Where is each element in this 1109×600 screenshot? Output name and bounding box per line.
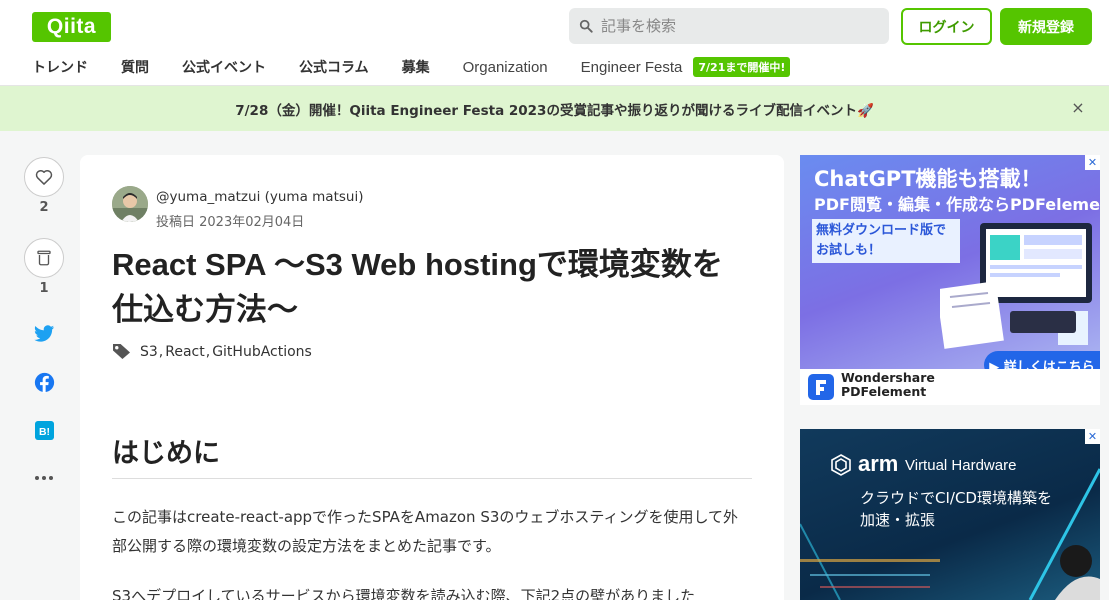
nav-item-engineer-festa[interactable]: Engineer Festa: [581, 59, 683, 76]
article-paragraph: この記事はcreate-react-appで作ったSPAをAmazon S3のウ…: [112, 508, 739, 555]
author-name[interactable]: @yuma_matzui (yuma matsui): [156, 189, 363, 205]
stock-button[interactable]: [24, 238, 64, 278]
ad-product-name: PDFelement: [841, 384, 927, 399]
festa-badge: 7/21まで開催中!: [693, 57, 791, 77]
stock-icon: [37, 250, 51, 266]
stock-count: 1: [39, 281, 49, 296]
tag-react[interactable]: React: [165, 344, 204, 360]
article-paragraph: S3へデプロイしているサービスから環境変数を読み込む際、下記2点の壁がありました: [112, 587, 696, 600]
ad-close-icon[interactable]: ✕: [1085, 155, 1100, 170]
pdf-app-illustration: [940, 223, 1092, 349]
site-header: Qiita ログイン 新規登録 トレンド 質問 公式イベント 公式コラム 募集 …: [0, 0, 1109, 86]
tag-githubactions[interactable]: GitHubActions: [212, 344, 312, 360]
pdfelement-ad[interactable]: ✕ ChatGPT機能も搭載！ PDF閲覧・編集・作成ならPDFelement …: [800, 155, 1100, 405]
search-box[interactable]: [569, 8, 889, 44]
login-button[interactable]: ログイン: [901, 8, 992, 45]
signup-button[interactable]: 新規登録: [1000, 8, 1092, 45]
article-title: React SPA 〜S3 Web hostingで環境変数を仕込む方法〜: [112, 247, 723, 327]
like-count: 2: [39, 200, 49, 215]
ad-brand-bar: Wondershare PDFelement: [800, 369, 1100, 405]
main-nav: トレンド 質問 公式イベント 公式コラム 募集 Organization Eng…: [32, 56, 791, 78]
tag-list: S3, React, GitHubActions: [112, 343, 320, 360]
svg-text:B!: B!: [38, 426, 49, 437]
ad-subline: PDF閲覧・編集・作成ならPDFelement: [814, 195, 1100, 214]
tag-s3[interactable]: S3: [140, 344, 158, 360]
ad-decoration: [800, 468, 1100, 600]
banner-close-icon[interactable]: ×: [1069, 99, 1087, 117]
twitter-share-button[interactable]: [33, 323, 55, 345]
hatena-bookmark-button[interactable]: B!: [33, 419, 55, 441]
more-options-button[interactable]: [33, 467, 55, 489]
ad-brand-name: Wondershare: [841, 370, 935, 385]
like-button[interactable]: [24, 157, 64, 197]
pdfelement-logo-icon: [808, 374, 834, 400]
article-card: @yuma_matzui (yuma matsui) 投稿日 2023年02月0…: [80, 155, 784, 600]
author-avatar[interactable]: [112, 186, 148, 222]
arm-virtual-hardware-ad[interactable]: ✕ arm Virtual Hardware クラウドでCI/CD環境構築を 加…: [800, 429, 1100, 600]
nav-item-questions[interactable]: 質問: [121, 57, 149, 77]
more-icon: [35, 476, 53, 480]
nav-item-organization[interactable]: Organization: [463, 59, 548, 76]
hatena-icon: B!: [34, 420, 54, 440]
ad-trial-text: 無料ダウンロード版で お試しも！: [812, 219, 960, 263]
ad-headline: ChatGPT機能も搭載！: [814, 167, 1042, 191]
nav-item-official-columns[interactable]: 公式コラム: [299, 57, 369, 77]
search-input[interactable]: [601, 17, 871, 35]
qiita-logo[interactable]: Qiita: [32, 12, 111, 42]
section-heading: はじめに: [112, 431, 752, 479]
facebook-share-button[interactable]: [33, 371, 55, 393]
heart-icon: [35, 169, 53, 185]
tag-icon: [113, 343, 130, 360]
post-date: 投稿日 2023年02月04日: [156, 215, 305, 230]
nav-item-trend[interactable]: トレンド: [32, 57, 88, 77]
banner-text[interactable]: 7/28（金）開催！Qiita Engineer Festa 2023の受賞記事…: [235, 99, 874, 119]
twitter-icon: [33, 325, 54, 342]
announcement-banner[interactable]: 7/28（金）開催！Qiita Engineer Festa 2023の受賞記事…: [0, 86, 1109, 131]
search-icon: [579, 19, 593, 33]
nav-item-recruit[interactable]: 募集: [402, 57, 430, 77]
facebook-icon: [34, 372, 54, 393]
nav-item-official-events[interactable]: 公式イベント: [182, 57, 266, 77]
